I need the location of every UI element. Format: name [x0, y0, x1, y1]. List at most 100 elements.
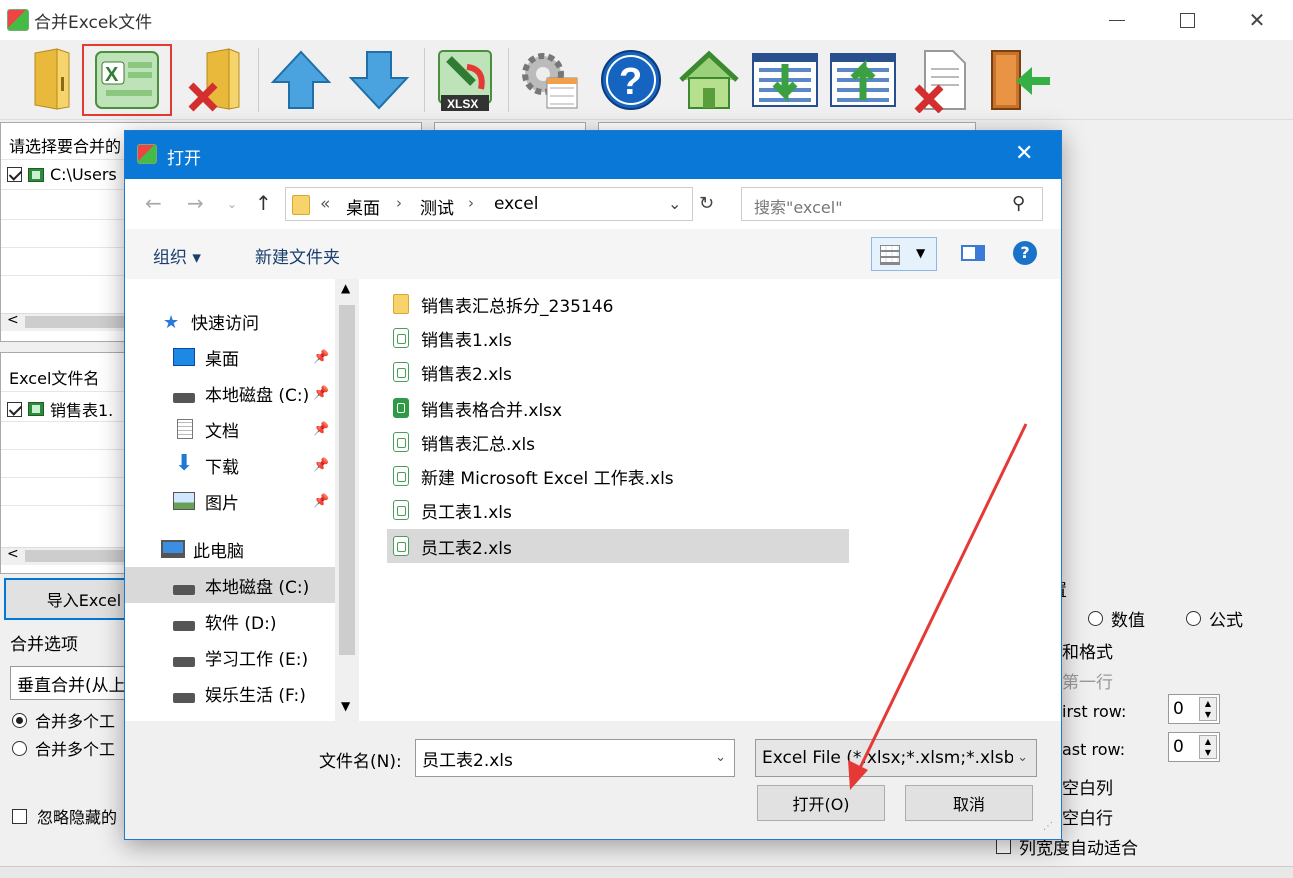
view-mode-button[interactable]: ▼ — [871, 237, 937, 271]
forward-arrow-icon[interactable]: → — [187, 191, 204, 215]
filename-input[interactable]: 员工表2.xls ⌄ — [415, 739, 735, 777]
folder-icon — [393, 294, 409, 314]
breadcrumb-desktop[interactable]: 桌面 — [346, 194, 380, 219]
blank-row-option[interactable]: 空白行 — [1062, 804, 1113, 829]
convert-xlsx-button[interactable]: XLSX — [430, 44, 500, 116]
scroll-left-icon[interactable]: < — [7, 546, 19, 562]
filetype-select[interactable]: Excel File (*.xlsx;*.xlsm;*.xlsb; ⌄ — [755, 739, 1037, 777]
maximize-button[interactable] — [1164, 0, 1210, 40]
help-icon[interactable]: ? — [1013, 241, 1037, 265]
path-dropdown-icon[interactable]: ⌄ — [668, 194, 681, 213]
file-item[interactable]: 销售表格合并.xlsx — [387, 391, 849, 425]
pin-icon[interactable]: 📌 — [313, 350, 329, 365]
view-dropdown-icon[interactable]: ▼ — [916, 246, 925, 260]
spinner-arrows-icon[interactable]: ▲ ▼ — [1199, 697, 1217, 721]
import-list-button[interactable] — [750, 44, 820, 116]
up-arrow-icon[interactable]: ↑ — [255, 191, 272, 215]
scroll-left-icon[interactable]: < — [7, 312, 19, 328]
organize-menu[interactable]: 组织 ▾ — [153, 243, 201, 268]
exit-button[interactable] — [984, 44, 1054, 116]
checkbox[interactable] — [7, 401, 22, 417]
excel-icon — [28, 402, 44, 416]
scroll-up-icon[interactable]: ▲ — [341, 281, 350, 295]
value-radio[interactable]: 数值 — [1088, 606, 1145, 631]
delete-file-button[interactable] — [906, 44, 976, 116]
file-item-folder[interactable]: 销售表汇总拆分_235146 — [387, 287, 849, 321]
nav-quick-access[interactable]: ★ 快速访问 — [125, 303, 335, 339]
file-item[interactable]: 销售表1.xls — [387, 321, 849, 355]
move-down-button[interactable] — [344, 44, 414, 116]
first-row-spinner[interactable]: 0 ▲ ▼ — [1168, 694, 1220, 724]
cancel-button[interactable]: 取消 — [905, 785, 1033, 821]
spinner-arrows-icon[interactable]: ▲ ▼ — [1199, 735, 1217, 759]
nav-label: 快速访问 — [191, 313, 259, 334]
merge-radio-1[interactable]: 合并多个工 — [12, 708, 115, 732]
radio-button[interactable] — [1186, 611, 1201, 626]
refresh-icon[interactable]: ↻ — [699, 193, 714, 214]
checkbox[interactable] — [12, 808, 27, 824]
minimize-button[interactable] — [1094, 0, 1140, 40]
pin-icon[interactable]: 📌 — [313, 386, 329, 401]
pin-icon[interactable]: 📌 — [313, 494, 329, 509]
nav-drive-f[interactable]: 娱乐生活 (F:) — [125, 675, 335, 711]
recent-dropdown-icon[interactable]: ⌄ — [227, 197, 237, 211]
nav-documents[interactable]: 文档 📌 — [125, 411, 335, 447]
resize-grip-icon[interactable]: ⋰ — [1043, 821, 1053, 832]
close-button[interactable]: ✕ — [1234, 0, 1280, 40]
nav-pictures[interactable]: 图片 📌 — [125, 483, 335, 519]
breadcrumb-test[interactable]: 测试 — [420, 194, 454, 219]
xlsx-convert-icon: XLSX — [438, 50, 492, 111]
back-arrow-icon[interactable]: ← — [145, 191, 162, 215]
radio-button[interactable] — [1088, 611, 1103, 626]
open-folder-icon — [34, 48, 70, 110]
nav-this-pc[interactable]: 此电脑 — [125, 531, 335, 567]
checkbox[interactable] — [996, 839, 1011, 854]
nav-downloads[interactable]: ⬇ 下载 📌 — [125, 447, 335, 483]
nav-drive-d[interactable]: 软件 (D:) — [125, 603, 335, 639]
radio-button[interactable] — [12, 740, 27, 756]
file-list-item[interactable]: 销售表1. — [7, 397, 113, 421]
chevron-down-icon[interactable]: ⌄ — [1013, 750, 1028, 765]
file-item[interactable]: 新建 Microsoft Excel 工作表.xls — [387, 459, 849, 493]
last-row-spinner[interactable]: 0 ▲ ▼ — [1168, 732, 1220, 762]
merge-radio-2[interactable]: 合并多个工 — [12, 736, 115, 760]
nav-scrollbar[interactable]: ▲ ▼ — [335, 279, 359, 721]
file-item[interactable]: 员工表1.xls — [387, 493, 849, 527]
file-item-selected[interactable]: 员工表2.xls — [387, 529, 849, 563]
home-button[interactable] — [674, 44, 744, 116]
radio-button[interactable] — [12, 712, 27, 728]
file-item[interactable]: 销售表汇总.xls — [387, 425, 849, 459]
path-breadcrumb[interactable]: « 桌面 › 测试 › excel ⌄ — [285, 187, 693, 221]
nav-drive-e[interactable]: 学习工作 (E:) — [125, 639, 335, 675]
settings-button[interactable] — [514, 44, 584, 116]
last-row-value: 0 — [1173, 737, 1184, 757]
export-list-button[interactable] — [828, 44, 898, 116]
formula-radio[interactable]: 公式 — [1186, 606, 1243, 631]
open-folder-button[interactable] — [18, 44, 88, 116]
help-button[interactable]: ? — [596, 44, 666, 116]
source-list-item[interactable]: C:\Users — [7, 165, 117, 184]
add-excel-button[interactable]: X — [82, 44, 172, 116]
move-up-button[interactable] — [266, 44, 336, 116]
scroll-thumb[interactable] — [339, 305, 355, 655]
new-folder-button[interactable]: 新建文件夹 — [255, 243, 340, 268]
preview-pane-icon[interactable] — [961, 245, 985, 261]
chevron-down-icon[interactable]: ⌄ — [715, 750, 726, 765]
search-input[interactable]: 搜索"excel" ⚲ — [741, 187, 1043, 221]
open-button[interactable]: 打开(O) — [757, 785, 885, 821]
ignore-hidden-option[interactable]: 忽略隐藏的 — [12, 804, 117, 828]
remove-folder-button[interactable] — [180, 44, 250, 116]
nav-drive-c[interactable]: 本地磁盘 (C:) — [125, 567, 335, 603]
breadcrumb-excel[interactable]: excel — [494, 194, 538, 214]
dialog-footer: 文件名(N): 员工表2.xls ⌄ Excel File (*.xlsx;*.… — [125, 721, 1061, 839]
file-item[interactable]: 销售表2.xls — [387, 355, 849, 389]
pin-icon[interactable]: 📌 — [313, 422, 329, 437]
scroll-down-icon[interactable]: ▼ — [341, 699, 350, 713]
blank-column-option[interactable]: 空白列 — [1062, 774, 1113, 799]
pin-icon[interactable]: 📌 — [313, 458, 329, 473]
dialog-close-icon[interactable]: ✕ — [1015, 141, 1033, 166]
checkbox[interactable] — [7, 167, 22, 182]
nav-local-disk-c[interactable]: 本地磁盘 (C:) 📌 — [125, 375, 335, 411]
file-label: 销售表1.xls — [421, 330, 512, 351]
nav-desktop[interactable]: 桌面 📌 — [125, 339, 335, 375]
